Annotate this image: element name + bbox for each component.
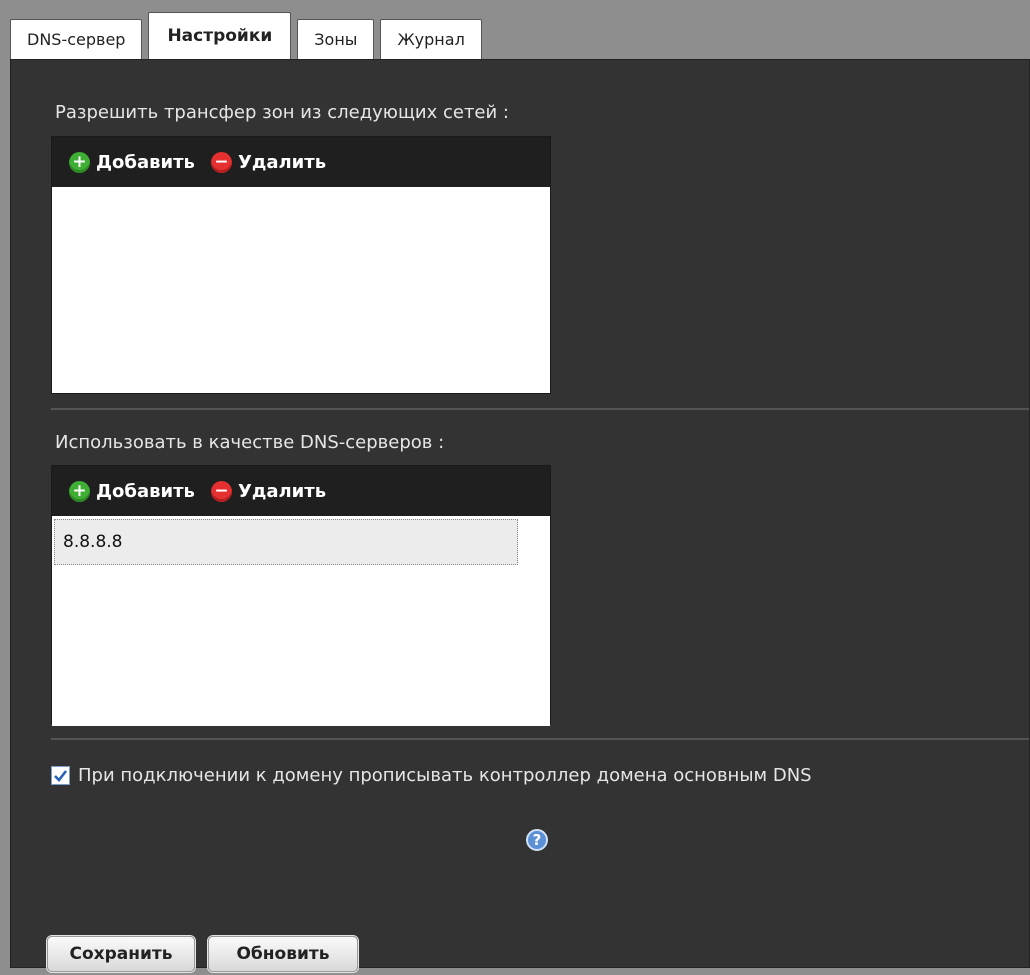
dns-add-button[interactable]: + Добавить <box>69 480 195 502</box>
tab-bar: DNS-сервер Настройки Зоны Журнал <box>10 12 488 59</box>
plus-circle-icon: + <box>69 480 90 502</box>
transfer-remove-label: Удалить <box>237 151 327 173</box>
settings-panel: Разрешить трансфер зон из следующих сете… <box>10 59 1030 972</box>
list-item[interactable]: 8.8.8.8 <box>54 519 518 565</box>
tab-settings[interactable]: Настройки <box>148 12 292 59</box>
tab-zones[interactable]: Зоны <box>297 19 375 59</box>
tab-dns-server[interactable]: DNS-сервер <box>10 19 143 59</box>
transfer-networks-list: + Добавить − Удалить <box>51 136 551 394</box>
dns-remove-label: Удалить <box>237 480 327 502</box>
transfer-section-label: Разрешить трансфер зон из следующих сете… <box>55 102 509 123</box>
minus-circle-icon: − <box>210 480 232 502</box>
divider <box>51 738 1029 740</box>
save-button[interactable]: Сохранить <box>47 936 195 972</box>
minus-circle-icon: − <box>210 151 232 173</box>
checkmark-icon <box>54 770 68 782</box>
domain-controller-option: При подключении к домену прописывать кон… <box>51 765 812 786</box>
transfer-remove-button[interactable]: − Удалить <box>210 151 327 173</box>
dns-servers-toolbar: + Добавить − Удалить <box>52 466 550 516</box>
domain-controller-checkbox[interactable] <box>51 766 70 785</box>
divider <box>51 408 1029 410</box>
domain-controller-label: При подключении к домену прописывать кон… <box>78 765 812 786</box>
dns-list-body: 8.8.8.8 <box>52 519 550 726</box>
dns-remove-button[interactable]: − Удалить <box>210 480 327 502</box>
dns-servers-section-label: Использовать в качестве DNS-серверов : <box>55 432 445 453</box>
dns-add-label: Добавить <box>96 480 195 502</box>
transfer-toolbar: + Добавить − Удалить <box>52 137 550 187</box>
transfer-add-label: Добавить <box>96 151 195 173</box>
question-circle-icon[interactable]: ? <box>526 829 548 851</box>
refresh-button[interactable]: Обновить <box>208 936 358 972</box>
transfer-list-body[interactable] <box>52 187 550 393</box>
plus-circle-icon: + <box>69 151 90 173</box>
tab-log[interactable]: Журнал <box>380 19 482 59</box>
dns-servers-list: + Добавить − Удалить 8.8.8.8 <box>51 465 551 726</box>
transfer-add-button[interactable]: + Добавить <box>69 151 195 173</box>
